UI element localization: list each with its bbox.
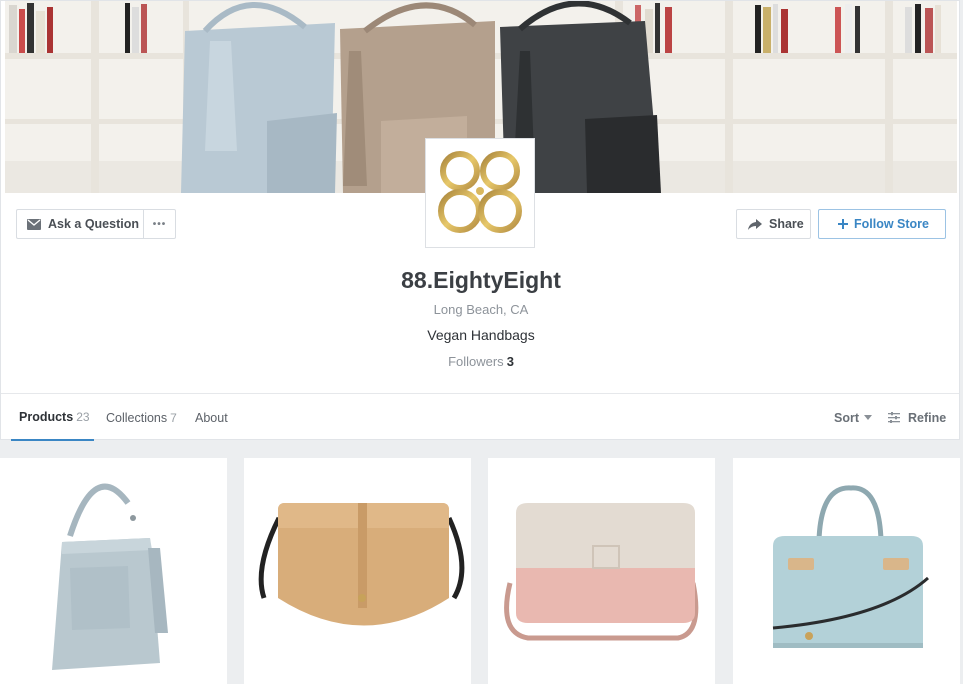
- ask-question-label: Ask a Question: [48, 217, 139, 231]
- followers-number: 3: [506, 354, 514, 369]
- product-image: [52, 483, 168, 670]
- tab-products-label: Products: [19, 409, 74, 424]
- tab-products[interactable]: Products 23: [11, 394, 94, 441]
- more-options-button[interactable]: •••: [143, 209, 176, 239]
- sort-button[interactable]: Sort: [834, 394, 872, 441]
- tab-products-count: 23: [76, 409, 90, 424]
- refine-label: Refine: [908, 410, 947, 425]
- caret-down-icon: [864, 415, 872, 420]
- store-location: Long Beach, CA: [433, 302, 529, 317]
- tab-about-label: About: [195, 410, 228, 425]
- follow-store-button[interactable]: Follow Store: [818, 209, 946, 239]
- store-logo: [425, 138, 535, 248]
- product-image: [772, 485, 929, 648]
- plus-icon: [838, 219, 848, 229]
- share-arrow-icon: [748, 218, 762, 230]
- followers-count[interactable]: Followers 3: [1, 354, 961, 369]
- product-image: [504, 503, 699, 641]
- store-tabs: Products 23 Collections 7 About Sort Refin…: [1, 393, 959, 441]
- tab-collections[interactable]: Collections 7: [106, 394, 177, 441]
- store-header-card: Ask a Question ••• Share Follow Store 88…: [0, 0, 961, 441]
- product-image: [258, 503, 465, 626]
- sort-label: Sort: [834, 410, 859, 425]
- tab-about[interactable]: About: [195, 394, 228, 441]
- sliders-icon: [888, 412, 900, 423]
- share-label: Share: [769, 217, 804, 231]
- envelope-icon: [27, 218, 41, 230]
- store-tagline: Vegan Handbags: [427, 327, 535, 343]
- followers-label: Followers: [448, 354, 504, 369]
- product-card[interactable]: [733, 458, 960, 684]
- tab-collections-count: 7: [170, 410, 177, 425]
- tab-collections-label: Collections: [106, 410, 168, 425]
- store-name: 88.EightyEight: [401, 267, 561, 293]
- more-options-label: •••: [152, 218, 167, 230]
- product-card[interactable]: [488, 458, 715, 684]
- refine-button[interactable]: Refine: [888, 394, 946, 441]
- product-card[interactable]: [244, 458, 471, 684]
- ask-question-button[interactable]: Ask a Question: [16, 209, 144, 239]
- share-button[interactable]: Share: [736, 209, 811, 239]
- follow-store-label: Follow Store: [854, 217, 929, 231]
- product-card[interactable]: [0, 458, 227, 684]
